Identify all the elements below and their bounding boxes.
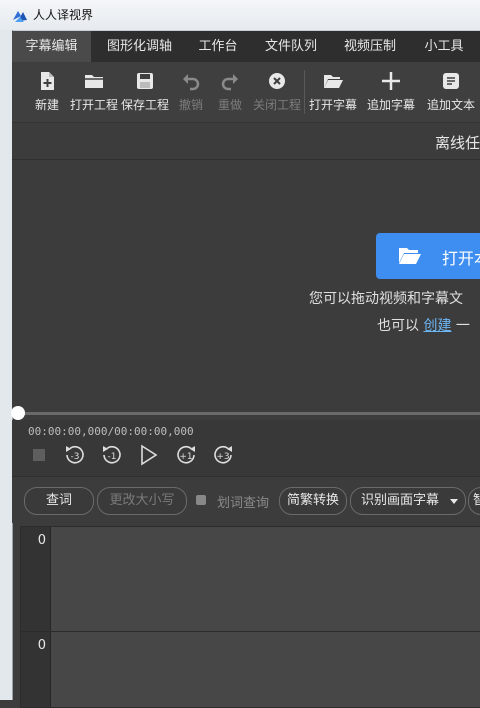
forward-3s-text: +3 bbox=[216, 452, 229, 462]
new-file-icon bbox=[36, 70, 58, 92]
open-folder-icon bbox=[322, 70, 344, 92]
forward-1s-text: +1 bbox=[179, 452, 192, 462]
rewind-1s-icon[interactable]: -1 bbox=[100, 444, 122, 466]
seek-track[interactable] bbox=[18, 412, 480, 415]
open-subtitle-label: 打开字幕 bbox=[308, 98, 357, 112]
create-hint: 也可以 创建 一 bbox=[377, 315, 470, 335]
create-hint-prefix: 也可以 bbox=[377, 318, 424, 334]
stop-icon[interactable] bbox=[28, 444, 50, 466]
more-button[interactable]: 智 bbox=[468, 487, 480, 515]
status-bar: 离线任 bbox=[12, 123, 480, 160]
chevron-down-icon bbox=[449, 488, 459, 514]
folder-icon bbox=[83, 70, 105, 92]
append-text-label: 追加文本 bbox=[426, 98, 475, 112]
text-doc-icon bbox=[440, 70, 462, 92]
save-project-button[interactable]: 保存工程 bbox=[120, 62, 170, 122]
window-title: 人人译视界 bbox=[33, 8, 94, 22]
append-subtitle-label: 追加字幕 bbox=[366, 98, 415, 112]
row-index: 0 bbox=[21, 632, 51, 707]
create-hint-suffix: 一 bbox=[451, 318, 470, 334]
rewind-3s-icon[interactable]: -3 bbox=[63, 444, 85, 466]
seek-handle[interactable] bbox=[11, 406, 25, 420]
row-content[interactable] bbox=[51, 527, 480, 631]
open-project-label: 打开工程 bbox=[69, 98, 118, 112]
save-project-label: 保存工程 bbox=[120, 98, 169, 112]
open-file-button[interactable]: 打开本 bbox=[376, 233, 480, 279]
menu-tools[interactable]: 小工具 bbox=[416, 31, 472, 62]
editor-toolbar: 查词 更改大小写 划词查询 简繁转换 识别画面字幕 智 bbox=[12, 477, 480, 523]
open-subtitle-button[interactable]: 打开字幕 bbox=[308, 62, 358, 122]
menu-subtitle-edit[interactable]: 字幕编辑 bbox=[12, 31, 91, 62]
select-lookup-label: 划词查询 bbox=[217, 496, 270, 511]
player-controls: 00:00:00,000/00:00:00,000 -3 -1 +1 +3 bbox=[12, 420, 480, 477]
undo-icon bbox=[180, 70, 202, 92]
menu-graphic-timing[interactable]: 图形化调轴 bbox=[92, 31, 187, 62]
row-content[interactable] bbox=[51, 632, 480, 707]
append-subtitle-button[interactable]: 追加字幕 bbox=[366, 62, 416, 122]
new-button[interactable]: 新建 bbox=[32, 62, 62, 122]
rewind-1s-text: -1 bbox=[108, 452, 117, 462]
undo-button[interactable]: 撤销 bbox=[176, 62, 206, 122]
menu-bar: 字幕编辑 图形化调轴 工作台 文件队列 视频压制 小工具 bbox=[12, 31, 480, 62]
open-project-button[interactable]: 打开工程 bbox=[69, 62, 119, 122]
new-label: 新建 bbox=[34, 98, 59, 112]
toolbar: 新建 打开工程 保存工程 撤销 重做 关闭工程 打开字幕 追加字幕 追加文本 bbox=[12, 62, 480, 123]
forward-1s-icon[interactable]: +1 bbox=[174, 444, 196, 466]
ocr-label: 识别画面字幕 bbox=[361, 493, 440, 508]
timecode: 00:00:00,000/00:00:00,000 bbox=[28, 425, 194, 438]
folder-open-icon bbox=[398, 245, 422, 267]
rewind-3s-text: -3 bbox=[71, 452, 80, 462]
select-lookup-checkbox[interactable] bbox=[196, 495, 206, 505]
more-label: 智 bbox=[473, 493, 480, 508]
menu-file-queue[interactable]: 文件队列 bbox=[256, 31, 326, 62]
subtitle-row[interactable]: 0 bbox=[20, 631, 480, 708]
row-index-text: 0 bbox=[37, 638, 46, 653]
close-circle-icon bbox=[266, 70, 288, 92]
forward-3s-icon[interactable]: +3 bbox=[211, 444, 233, 466]
change-case-button[interactable]: 更改大小写 bbox=[97, 487, 187, 515]
redo-label: 重做 bbox=[217, 98, 242, 112]
menu-workbench[interactable]: 工作台 bbox=[188, 31, 248, 62]
row-index-text: 0 bbox=[37, 533, 46, 548]
subtitle-row[interactable]: 0 bbox=[20, 526, 480, 632]
lookup-button[interactable]: 查词 bbox=[24, 487, 94, 515]
append-text-button[interactable]: 追加文本 bbox=[426, 62, 476, 122]
ocr-dropdown[interactable]: 识别画面字幕 bbox=[350, 487, 466, 515]
close-project-label: 关闭工程 bbox=[252, 98, 301, 112]
video-drop-area[interactable]: 打开本 您可以拖动视频和字幕文 也可以 创建 一 bbox=[12, 160, 480, 410]
row-index: 0 bbox=[21, 527, 51, 631]
drag-hint: 您可以拖动视频和字幕文 bbox=[309, 291, 463, 307]
convert-button[interactable]: 简繁转换 bbox=[279, 487, 347, 515]
redo-button[interactable]: 重做 bbox=[215, 62, 245, 122]
open-file-label: 打开本 bbox=[442, 249, 480, 268]
title-bar: 人人译视界 bbox=[0, 0, 480, 31]
menu-video-encode[interactable]: 视频压制 bbox=[334, 31, 406, 62]
redo-icon bbox=[219, 70, 241, 92]
save-icon bbox=[134, 70, 156, 92]
undo-label: 撤销 bbox=[178, 98, 203, 112]
plus-icon bbox=[380, 70, 402, 92]
create-link[interactable]: 创建 bbox=[423, 318, 451, 334]
app-logo-icon bbox=[12, 8, 28, 24]
offline-task-text[interactable]: 离线任 bbox=[435, 132, 480, 153]
toolbar-separator bbox=[304, 70, 305, 114]
close-project-button[interactable]: 关闭工程 bbox=[252, 62, 302, 122]
play-icon[interactable] bbox=[137, 444, 159, 466]
